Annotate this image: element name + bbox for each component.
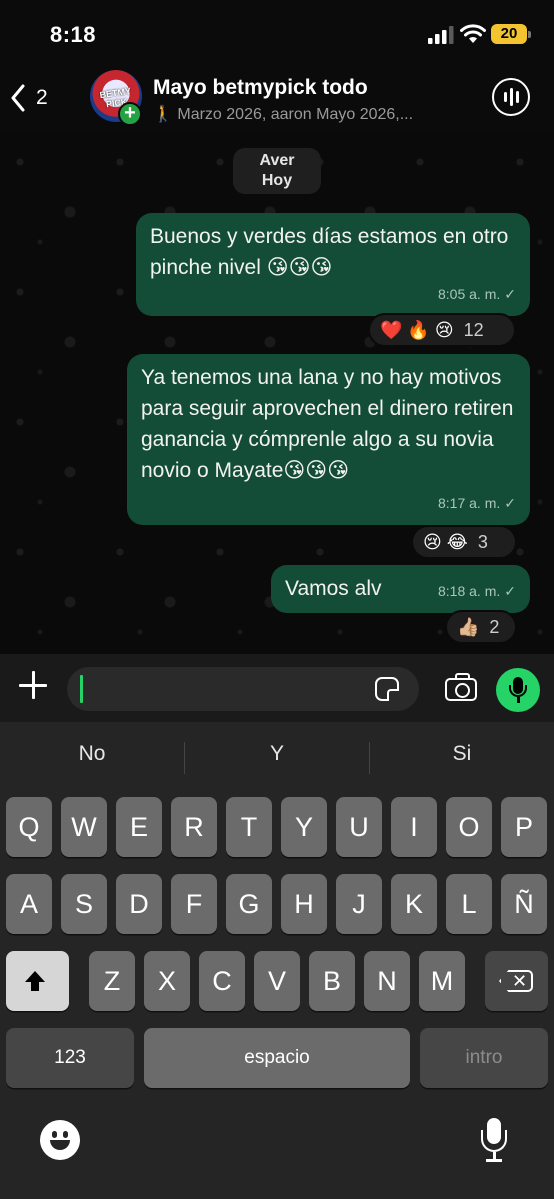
message-meta: 8:18 a. m. ✓ (438, 576, 516, 607)
key[interactable]: L (446, 874, 492, 934)
sent-check-icon: ✓ (504, 495, 516, 511)
emoji-smile (50, 1140, 70, 1150)
voice-chat-icon (503, 92, 507, 102)
key[interactable]: O (446, 797, 492, 857)
message-reactions[interactable]: 😢 😂 3 (411, 525, 517, 559)
shift-icon (25, 971, 45, 991)
chevron-left-icon (11, 84, 25, 112)
attach-button[interactable] (18, 670, 48, 700)
message-bubble[interactable]: Buenos y verdes días estamos en otro pin… (136, 213, 530, 316)
emoji-eye (63, 1131, 68, 1138)
reaction-emojis: 😢 😂 (423, 531, 468, 552)
emoji-icon[interactable] (40, 1120, 80, 1160)
key[interactable]: F (171, 874, 217, 934)
message-input-bar (0, 654, 554, 722)
date-chip: Aver Hoy (233, 148, 321, 194)
message-input[interactable] (67, 667, 419, 711)
suggestion-item[interactable]: Y (185, 742, 369, 766)
suggestion-bar: No Y Si (0, 722, 554, 794)
status-bar: 8:18 20 (0, 0, 554, 64)
message-text: Ya tenemos una lana y no hay motivos par… (141, 366, 514, 482)
keyboard: No Y Si Q W E R T Y U I O P A S D F G H … (0, 722, 554, 1199)
key[interactable]: S (61, 874, 107, 934)
chat-title[interactable]: Mayo betmypick todo (153, 76, 368, 100)
sent-check-icon: ✓ (504, 286, 516, 302)
chat-members[interactable]: 🚶 Marzo 2026, aaron Mayo 2026,... (153, 104, 453, 124)
backspace-key[interactable]: ✕ (485, 951, 548, 1011)
suggestion-item[interactable]: No (0, 742, 184, 766)
key[interactable]: B (309, 951, 355, 1011)
camera-icon[interactable] (445, 673, 477, 701)
key[interactable]: N (364, 951, 410, 1011)
emoji-eye (52, 1131, 57, 1138)
message-reactions[interactable]: 👍🏼 2 (445, 610, 517, 644)
key[interactable]: M (419, 951, 465, 1011)
message-meta: 8:17 a. m. ✓ (438, 488, 516, 519)
dictation-mic-arc (481, 1130, 507, 1152)
text-caret (80, 675, 83, 703)
message-time: 8:17 a. m. (438, 495, 501, 511)
add-status-icon: + (118, 102, 142, 126)
space-key[interactable]: espacio (144, 1028, 410, 1088)
date-chip-line1: Aver (259, 152, 295, 169)
key[interactable]: E (116, 797, 162, 857)
back-button[interactable]: 2 (10, 80, 70, 116)
message-reactions[interactable]: ❤️ 🔥 😢 12 (368, 313, 516, 347)
sent-check-icon: ✓ (504, 583, 516, 599)
dictation-mic-base (486, 1159, 502, 1162)
key[interactable]: A (6, 874, 52, 934)
key[interactable]: Y (281, 797, 327, 857)
key[interactable]: R (171, 797, 217, 857)
shift-key[interactable] (6, 951, 69, 1011)
reaction-emojis: 👍🏼 (457, 616, 480, 637)
reaction-count: 2 (489, 616, 500, 637)
status-time: 8:18 (50, 22, 97, 47)
key[interactable]: K (391, 874, 437, 934)
battery-indicator: 20 (491, 24, 527, 44)
microphone-arc (509, 685, 527, 697)
reaction-count: 3 (477, 531, 488, 552)
wifi-icon (460, 24, 486, 43)
key[interactable]: Z (89, 951, 135, 1011)
key[interactable]: U (336, 797, 382, 857)
backspace-x-icon: ✕ (512, 971, 528, 991)
key[interactable]: J (336, 874, 382, 934)
key[interactable]: I (391, 797, 437, 857)
message-text: Buenos y verdes días estamos en otro pin… (150, 225, 509, 279)
message-time: 8:18 a. m. (438, 583, 501, 599)
microphone-stem (517, 697, 520, 703)
key[interactable]: C (199, 951, 245, 1011)
key[interactable]: P (501, 797, 547, 857)
date-chip-line2: Hoy (261, 172, 293, 189)
voice-message-button[interactable] (496, 668, 540, 712)
key[interactable]: T (226, 797, 272, 857)
dictation-icon[interactable] (480, 1118, 508, 1162)
key[interactable]: V (254, 951, 300, 1011)
reaction-emojis: ❤️ 🔥 😢 (380, 319, 454, 340)
suggestion-item[interactable]: Si (370, 742, 554, 766)
chat-header: 2 BETMY PICK + Mayo betmypick todo 🚶 Mar… (0, 64, 554, 132)
message-bubble[interactable]: Ya tenemos una lana y no hay motivos par… (127, 354, 530, 525)
voice-bar (509, 88, 513, 106)
unread-count: 2 (36, 86, 48, 109)
message-time: 8:05 a. m. (438, 286, 501, 302)
sticker-icon[interactable] (375, 677, 399, 701)
cellular-signal-icon (428, 26, 454, 44)
message-meta: 8:05 a. m. ✓ (438, 279, 516, 310)
key[interactable]: G (226, 874, 272, 934)
key[interactable]: X (144, 951, 190, 1011)
key[interactable]: W (61, 797, 107, 857)
return-key[interactable]: intro (420, 1028, 548, 1088)
key[interactable]: Ñ (501, 874, 547, 934)
key[interactable]: D (116, 874, 162, 934)
battery-tip (528, 31, 531, 38)
voice-chat-button[interactable] (492, 78, 530, 116)
key[interactable]: H (281, 874, 327, 934)
voice-bar (515, 91, 519, 103)
reaction-count: 12 (463, 319, 484, 340)
message-bubble[interactable]: Vamos alv 8:18 a. m. ✓ (271, 565, 530, 613)
chat-area[interactable]: Aver Hoy Buenos y verdes días estamos en… (0, 132, 554, 654)
key[interactable]: Q (6, 797, 52, 857)
numbers-key[interactable]: 123 (6, 1028, 134, 1088)
